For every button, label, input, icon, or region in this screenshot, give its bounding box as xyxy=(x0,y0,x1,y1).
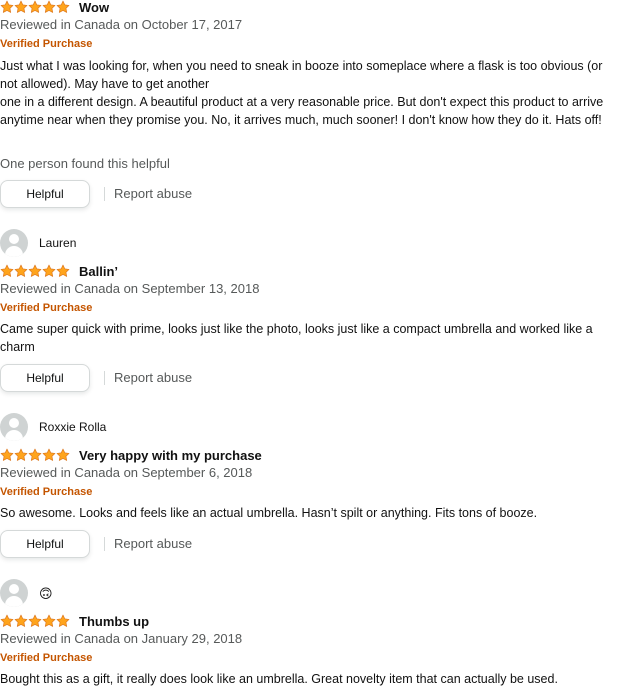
star-rating[interactable] xyxy=(0,264,70,278)
star-icon xyxy=(56,0,70,13)
reviewer-profile[interactable]: Roxxie Rolla xyxy=(0,412,106,442)
reviewer-name[interactable]: Roxxie Rolla xyxy=(39,420,106,434)
verified-purchase-badge[interactable]: Verified Purchase xyxy=(0,486,92,498)
helpful-count: One person found this helpful xyxy=(0,156,170,171)
star-icon xyxy=(28,448,42,461)
divider xyxy=(104,186,105,201)
star-icon xyxy=(14,448,28,461)
review-title[interactable]: Ballin’ xyxy=(79,264,118,279)
star-icon xyxy=(42,264,56,277)
review-title-row: Very happy with my purchase xyxy=(0,447,262,463)
review-title-row: Thumbs up xyxy=(0,613,149,629)
divider xyxy=(104,536,105,551)
reviewer-name[interactable]: Lauren xyxy=(39,236,76,250)
review-title[interactable]: Very happy with my purchase xyxy=(79,448,262,463)
star-icon xyxy=(56,614,70,627)
review-body-paragraph: one in a different design. A beautiful p… xyxy=(0,95,604,127)
reviewer-profile[interactable]: 🙃 xyxy=(0,578,53,608)
review-body: So awesome. Looks and feels like an actu… xyxy=(0,504,618,522)
verified-purchase-badge[interactable]: Verified Purchase xyxy=(0,302,92,314)
review-actions: Helpful Report abuse xyxy=(0,529,192,558)
review-actions: Helpful Report abuse xyxy=(0,363,192,392)
verified-purchase-badge[interactable]: Verified Purchase xyxy=(0,652,92,664)
report-abuse-link[interactable]: Report abuse xyxy=(114,370,192,385)
star-icon xyxy=(56,448,70,461)
star-icon xyxy=(0,0,14,13)
star-rating[interactable] xyxy=(0,448,70,462)
reviewer-profile[interactable]: Lauren xyxy=(0,228,76,258)
star-icon xyxy=(42,448,56,461)
star-icon xyxy=(28,264,42,277)
review-title[interactable]: Wow xyxy=(79,0,109,15)
review-date: Reviewed in Canada on September 13, 2018 xyxy=(0,281,260,296)
star-rating[interactable] xyxy=(0,614,70,628)
review-actions: Helpful Report abuse xyxy=(0,179,192,208)
star-icon xyxy=(28,614,42,627)
review-body-paragraph: Bought this as a gift, it really does lo… xyxy=(0,672,558,686)
star-icon xyxy=(28,0,42,13)
review-body: Just what I was looking for, when you ne… xyxy=(0,57,618,129)
review-body-paragraph: Just what I was looking for, when you ne… xyxy=(0,59,603,91)
divider xyxy=(104,370,105,385)
review-title-row: Ballin’ xyxy=(0,263,118,279)
helpful-button[interactable]: Helpful xyxy=(0,179,90,208)
review-body-paragraph: Came super quick with prime, looks just … xyxy=(0,322,593,354)
report-abuse-link[interactable]: Report abuse xyxy=(114,186,192,201)
helpful-button[interactable]: Helpful xyxy=(0,529,90,558)
star-icon xyxy=(56,264,70,277)
star-rating[interactable] xyxy=(0,0,70,14)
report-abuse-link[interactable]: Report abuse xyxy=(114,536,192,551)
review-title[interactable]: Thumbs up xyxy=(79,614,149,629)
review-body: Came super quick with prime, looks just … xyxy=(0,320,618,356)
star-icon xyxy=(0,448,14,461)
star-icon xyxy=(0,264,14,277)
review-body-paragraph: So awesome. Looks and feels like an actu… xyxy=(0,506,538,520)
star-icon xyxy=(14,264,28,277)
star-icon xyxy=(42,0,56,13)
review-body: Bought this as a gift, it really does lo… xyxy=(0,670,618,688)
star-icon xyxy=(14,0,28,13)
star-icon xyxy=(14,614,28,627)
review-date: Reviewed in Canada on January 29, 2018 xyxy=(0,631,243,646)
review-date: Reviewed in Canada on September 6, 2018 xyxy=(0,465,253,480)
verified-purchase-badge[interactable]: Verified Purchase xyxy=(0,38,92,50)
avatar[interactable] xyxy=(0,579,28,607)
reviewer-name[interactable]: 🙃 xyxy=(39,587,53,600)
review-date: Reviewed in Canada on October 17, 2017 xyxy=(0,17,243,32)
avatar[interactable] xyxy=(0,229,28,257)
avatar[interactable] xyxy=(0,413,28,441)
star-icon xyxy=(0,614,14,627)
star-icon xyxy=(42,614,56,627)
review-title-row: Wow xyxy=(0,0,109,15)
helpful-button[interactable]: Helpful xyxy=(0,363,90,392)
